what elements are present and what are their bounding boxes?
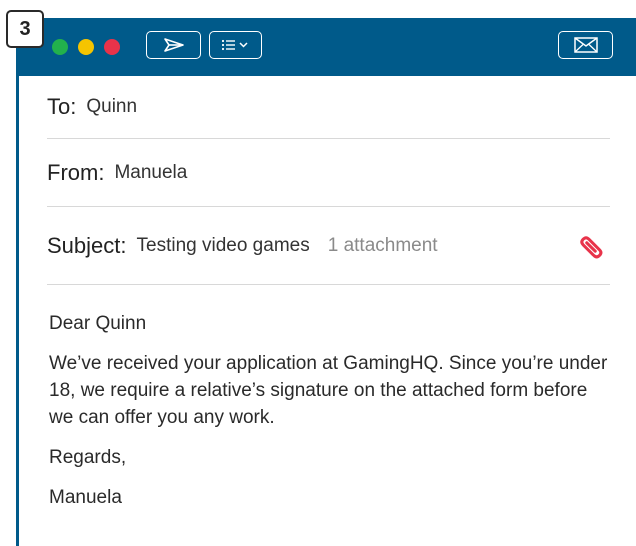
title-bar [19,18,636,76]
list-menu-icon [221,39,248,51]
body-greeting: Dear Quinn [49,313,147,334]
to-row: To: Quinn [47,76,610,139]
envelope-icon [573,37,598,53]
subject-value[interactable]: Testing video games [137,235,310,257]
to-value[interactable]: Quinn [86,96,137,118]
from-row: From: Manuela [47,140,610,207]
body-paragraph: We’ve received your application at Gamin… [49,353,608,428]
email-window: To: Quinn From: Manuela Subject: Testing… [16,18,636,546]
to-label: To: [47,94,77,119]
email-body: Dear Quinn We’ve received your applicati… [49,310,609,524]
subject-row: Subject: Testing video games 1 attachmen… [47,208,610,285]
window-dot-green[interactable] [52,39,68,55]
subject-label: Subject: [47,233,127,258]
list-menu-button[interactable] [209,31,262,59]
attachment-count[interactable]: 1 attachment [328,235,438,257]
task-number-badge: 3 [6,10,44,48]
from-label: From: [47,160,105,185]
send-button[interactable] [146,31,201,59]
paperclip-icon[interactable] [576,232,606,262]
body-signoff: Regards, [49,447,127,468]
from-value[interactable]: Manuela [114,162,187,184]
body-signature: Manuela [49,487,122,508]
window-dot-yellow[interactable] [78,39,94,55]
send-icon [163,38,184,52]
mail-button[interactable] [558,31,613,59]
window-dot-red[interactable] [104,39,120,55]
